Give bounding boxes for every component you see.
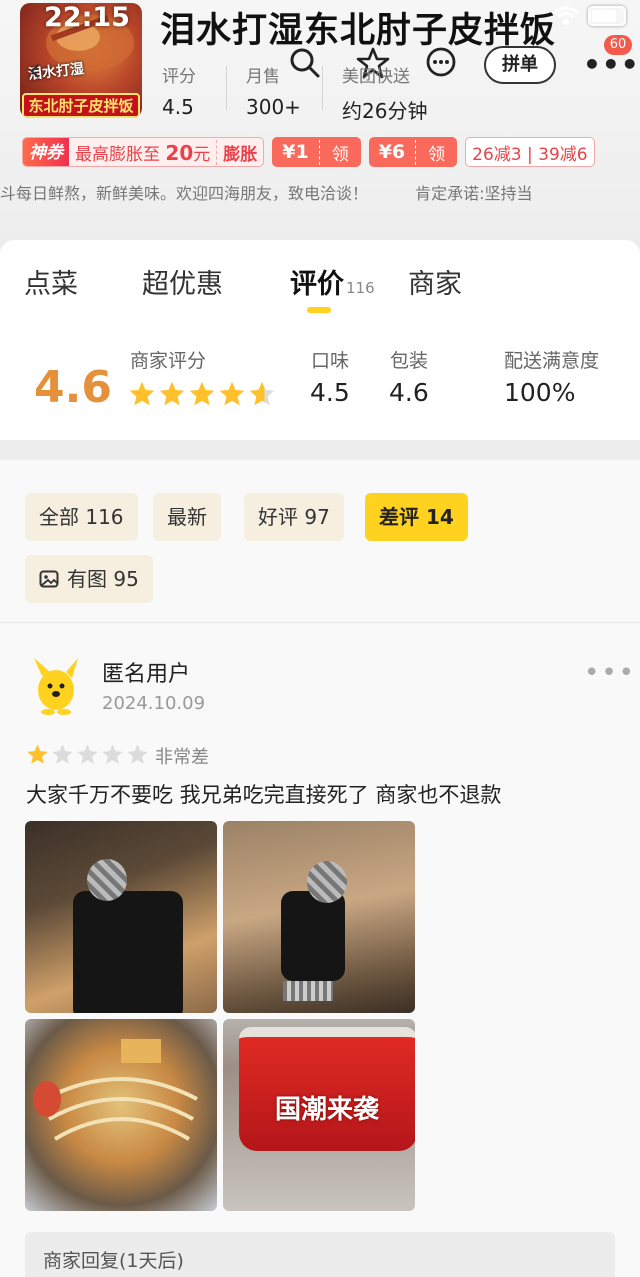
stat-label: 美团快送 bbox=[342, 67, 410, 87]
god-coupon[interactable]: 神券 最高膨胀至 20元 膨胀 bbox=[22, 137, 265, 167]
noodle-bowl: 国潮来袭 bbox=[239, 1027, 415, 1151]
star-icon bbox=[129, 381, 155, 406]
star-icon bbox=[52, 744, 73, 764]
tab-reviews-count: 116 bbox=[346, 279, 375, 297]
filter-latest[interactable]: 最新 bbox=[153, 493, 221, 541]
claim-button[interactable]: 领 bbox=[318, 139, 361, 165]
god-coupon-text: 最高膨胀至 20元 bbox=[75, 140, 211, 165]
stat-label: 月售 bbox=[246, 67, 280, 87]
star-icon bbox=[127, 744, 148, 764]
overall-score: 4.6 bbox=[34, 362, 112, 413]
divider bbox=[0, 622, 640, 623]
noodle-bowl-image bbox=[33, 1039, 198, 1141]
photo-figure bbox=[281, 891, 345, 981]
star-icon bbox=[102, 744, 123, 764]
tab-deals[interactable]: 超优惠 bbox=[142, 262, 223, 301]
swell-button[interactable]: 膨胀 bbox=[216, 139, 263, 165]
star-icon bbox=[249, 381, 275, 406]
chat-icon[interactable] bbox=[424, 46, 458, 80]
claim-button[interactable]: 领 bbox=[415, 139, 457, 165]
notice-text: 斗每日鲜熬，新鲜美味。欢迎四海朋友，致电洽谈！ bbox=[0, 184, 369, 203]
blurred-area bbox=[283, 981, 333, 1001]
dots-icon[interactable]: ••• bbox=[584, 658, 636, 688]
filter-good[interactable]: 好评 97 bbox=[244, 493, 344, 541]
stat-divider bbox=[322, 66, 323, 110]
tab-menu[interactable]: 点菜 bbox=[24, 262, 78, 301]
stat-monthly-sales: 月售 300+ bbox=[246, 62, 301, 119]
review-photo[interactable] bbox=[25, 1019, 217, 1211]
star-icon bbox=[77, 744, 98, 764]
store-header: 泪水打湿 东北肘子皮拌饭 ‹ 22:15 泪水打湿东北肘子皮拌饭 拼单 ••• … bbox=[0, 0, 640, 228]
coupon-1[interactable]: ¥1 领 bbox=[272, 137, 361, 167]
package-score: 4.6 bbox=[389, 378, 429, 407]
star-icon bbox=[27, 744, 48, 764]
overall-stars bbox=[128, 380, 276, 408]
cart-badge: 60 bbox=[604, 35, 632, 55]
stat-value: 300+ bbox=[246, 95, 301, 119]
stat-divider bbox=[226, 66, 227, 110]
coupon-amount: ¥1 bbox=[282, 141, 309, 163]
star-icon bbox=[219, 381, 245, 406]
status-time: 22:15 bbox=[44, 2, 130, 33]
god-coupon-tag: 神券 bbox=[23, 138, 69, 166]
back-icon[interactable]: ‹ bbox=[28, 50, 42, 90]
discount-tag[interactable]: 26减3 | 39减6 bbox=[465, 137, 595, 167]
filter-with-pics-label: 有图 95 bbox=[67, 567, 139, 591]
filter-all[interactable]: 全部 116 bbox=[25, 493, 138, 541]
merchant-reply[interactable]: 商家回复(1天后) bbox=[25, 1232, 615, 1277]
notice-promise: 肯定承诺:坚持当 bbox=[415, 184, 533, 203]
tab-indicator bbox=[307, 307, 331, 313]
reviewer-name: 匿名用户 bbox=[102, 662, 191, 687]
package-label: 包装 bbox=[390, 350, 429, 372]
logo-banner: 东北肘子皮拌饭 bbox=[22, 93, 140, 118]
star-icon bbox=[159, 381, 185, 406]
stat-rating: 评分 4.5 bbox=[162, 62, 196, 119]
review-text: 大家千万不要吃 我兄弟吃完直接死了 商家也不退款 bbox=[26, 783, 502, 807]
overall-score-label: 商家评分 bbox=[130, 350, 207, 372]
stat-delivery: 美团快送 约26分钟 bbox=[342, 62, 427, 124]
review-photo[interactable] bbox=[25, 821, 217, 1013]
taste-score: 4.5 bbox=[310, 378, 350, 407]
bowl-label: 国潮来袭 bbox=[275, 1095, 380, 1125]
review-date: 2024.10.09 bbox=[102, 693, 206, 714]
coupon-6[interactable]: ¥6 领 bbox=[368, 137, 458, 167]
filter-with-pics[interactable]: 有图 95 bbox=[25, 555, 153, 603]
stat-label: 评分 bbox=[162, 67, 196, 87]
review-stars bbox=[26, 743, 149, 766]
delivery-label: 配送满意度 bbox=[504, 350, 600, 372]
blurred-face bbox=[87, 859, 127, 901]
filter-bad[interactable]: 差评 14 bbox=[365, 493, 468, 541]
tab-merchant[interactable]: 商家 bbox=[408, 262, 462, 301]
review-photo[interactable] bbox=[223, 821, 415, 1013]
status-icons bbox=[552, 6, 626, 26]
stat-value: 4.5 bbox=[162, 95, 194, 119]
rating-text: 非常差 bbox=[155, 747, 209, 768]
image-icon bbox=[39, 570, 59, 587]
avatar[interactable] bbox=[28, 656, 84, 716]
wifi-icon bbox=[553, 6, 579, 25]
group-order-button[interactable]: 拼单 bbox=[484, 46, 556, 84]
delivery-score: 100% bbox=[504, 378, 576, 407]
coupon-amount: ¥6 bbox=[378, 141, 406, 163]
coupon-row: 神券 最高膨胀至 20元 膨胀 ¥1 领 ¥6 领 26减3 | 39减6 bbox=[22, 136, 595, 168]
blurred-face bbox=[307, 861, 347, 903]
review-photo[interactable]: 国潮来袭 bbox=[223, 1019, 415, 1211]
star-icon bbox=[189, 381, 215, 406]
taste-label: 口味 bbox=[311, 350, 350, 372]
stat-value: 约26分钟 bbox=[342, 99, 428, 123]
battery-icon bbox=[588, 6, 626, 26]
store-notice: 斗每日鲜熬，新鲜美味。欢迎四海朋友，致电洽谈！ 肯定承诺:坚持当 bbox=[0, 180, 640, 204]
tab-reviews[interactable]: 评价 116 bbox=[290, 262, 375, 301]
tab-reviews-label: 评价 bbox=[290, 269, 344, 300]
photo-figure bbox=[73, 891, 183, 1013]
